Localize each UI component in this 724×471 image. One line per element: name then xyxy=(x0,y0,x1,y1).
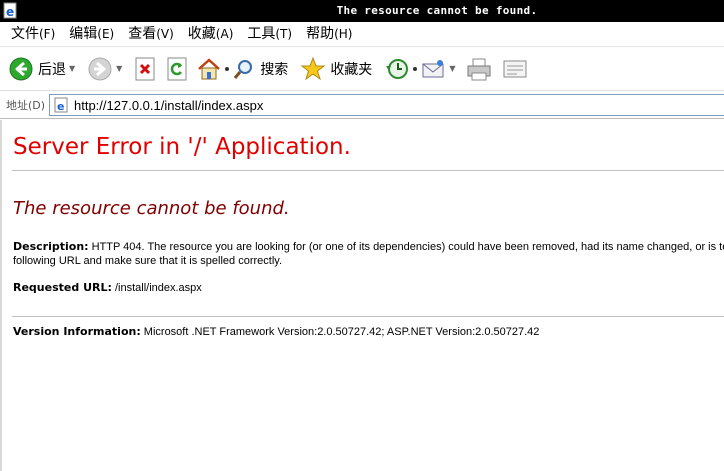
refresh-icon xyxy=(167,57,187,80)
address-bar: 地址(D) e http://127.0.0.1/install/index.a… xyxy=(0,91,724,119)
menu-tools[interactable]: 工具(T) xyxy=(240,23,299,45)
toolbar-separator-dot xyxy=(225,66,230,71)
page-title: Server Error in '/' Application. xyxy=(13,134,351,160)
toolbar-separator-dot xyxy=(413,66,418,71)
history-icon xyxy=(386,58,409,79)
home-icon xyxy=(198,57,221,79)
menu-bar: 文件(F) 编辑(E) 查看(V) 收藏(A) 工具(T) 帮助(H) xyxy=(0,22,724,47)
menu-favorites[interactable]: 收藏(A) xyxy=(181,23,241,45)
menu-edit[interactable]: 编辑(E) xyxy=(62,23,121,45)
window-title: The resource cannot be found. xyxy=(336,4,538,17)
mail-dropdown-icon[interactable]: ▼ xyxy=(449,64,455,73)
refresh-button[interactable] xyxy=(166,52,188,86)
favorites-star-icon xyxy=(300,56,326,80)
back-arrow-icon xyxy=(9,57,33,80)
search-label: 搜索 xyxy=(260,61,289,78)
search-magnifier-icon xyxy=(234,59,253,79)
description-block: Description: HTTP 404. The resource you … xyxy=(13,240,724,268)
description-label: Description: xyxy=(13,240,89,253)
back-label: 后退 xyxy=(38,61,66,78)
mail-button[interactable]: ▼ xyxy=(420,52,459,86)
stop-icon xyxy=(135,57,155,80)
toolbar: 后退 ▼ ▼ 搜索 收藏夹 ▼ xyxy=(0,47,724,91)
back-dropdown-icon[interactable]: ▼ xyxy=(69,64,75,73)
forward-dropdown-icon[interactable]: ▼ xyxy=(116,64,122,73)
stop-button[interactable] xyxy=(134,52,156,86)
requested-url-label: Requested URL: xyxy=(13,281,112,294)
menu-file[interactable]: 文件(F) xyxy=(4,23,62,45)
print-button[interactable] xyxy=(465,52,493,86)
page-content: Server Error in '/' Application. The res… xyxy=(0,120,724,471)
description-text-line1: HTTP 404. The resource you are looking f… xyxy=(91,241,724,253)
edit-button[interactable] xyxy=(501,52,529,86)
forward-arrow-icon xyxy=(88,57,112,80)
menu-help[interactable]: 帮助(H) xyxy=(299,23,359,45)
edit-icon xyxy=(503,60,527,77)
address-url: http://127.0.0.1/install/index.aspx xyxy=(74,97,264,113)
version-divider xyxy=(12,316,724,317)
forward-button[interactable]: ▼ xyxy=(87,52,126,86)
version-block: Version Information: Microsoft .NET Fram… xyxy=(13,325,539,339)
address-input[interactable]: e http://127.0.0.1/install/index.aspx xyxy=(49,94,724,116)
requested-url-value: /install/index.aspx xyxy=(114,282,202,294)
error-subtitle: The resource cannot be found. xyxy=(13,198,290,219)
print-icon xyxy=(467,58,491,80)
requested-url-block: Requested URL: /install/index.aspx xyxy=(13,281,202,295)
favorites-button[interactable]: 收藏夹 xyxy=(300,52,372,86)
mail-icon xyxy=(422,59,444,77)
home-button[interactable] xyxy=(196,52,222,86)
version-value: Microsoft .NET Framework Version:2.0.507… xyxy=(143,326,540,338)
search-button[interactable]: 搜索 xyxy=(232,52,288,86)
favorites-label: 收藏夹 xyxy=(330,61,373,78)
title-divider xyxy=(12,170,724,171)
back-button[interactable]: 后退 ▼ xyxy=(8,52,79,86)
address-label: 地址(D) xyxy=(6,98,46,112)
ie-page-icon: e xyxy=(54,97,68,113)
version-label: Version Information: xyxy=(13,325,141,338)
description-text-line2: following URL and make sure that it is s… xyxy=(13,255,283,267)
history-button[interactable] xyxy=(384,52,410,86)
window-titlebar: e The resource cannot be found. xyxy=(0,0,724,22)
svg-text:e: e xyxy=(57,100,64,113)
menu-view[interactable]: 查看(V) xyxy=(121,23,181,45)
